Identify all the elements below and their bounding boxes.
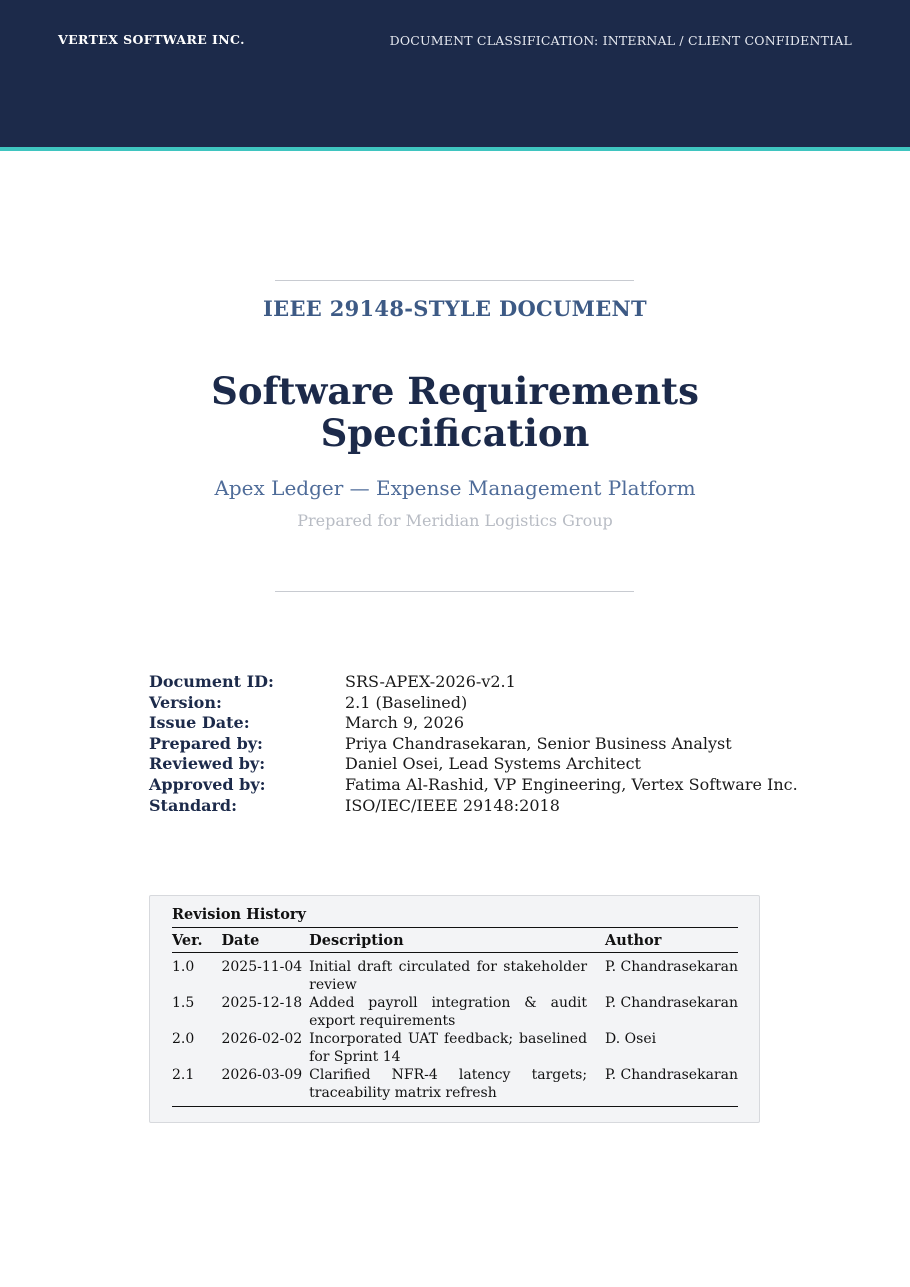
cell-version: 1.5	[172, 995, 195, 1011]
table-row: 1.0 2025-11-04 Initial draft circulated …	[172, 953, 738, 995]
metadata-row: Prepared by: Priya Chandrasekaran, Senior…	[149, 734, 798, 755]
metadata-label: Version:	[149, 692, 222, 712]
revision-history-table: Ver. Date Description Author 1.0 2025-11…	[172, 927, 738, 1107]
document-classification: DOCUMENT CLASSIFICATION: INTERNAL / CLIE…	[389, 33, 852, 48]
metadata-value: Daniel Osei, Lead Systems Architect	[345, 754, 641, 774]
cell-description: Clarified NFR-4 latency targets; traceab…	[309, 1066, 606, 1107]
metadata-value: Priya Chandrasekaran, Senior Business An…	[345, 733, 732, 753]
cell-author: P. Chandrasekaran	[605, 959, 738, 975]
metadata-value: SRS-APEX-2026-v2.1	[345, 672, 516, 691]
cell-date: 2025-12-18	[221, 995, 303, 1011]
prepared-for: Prepared for Meridian Logistics Group	[297, 511, 613, 530]
metadata-value: March 9, 2026	[345, 713, 464, 733]
metadata-row: Document ID: SRS-APEX-2026-v2.1	[149, 672, 798, 693]
metadata-label: Issue Date:	[149, 713, 250, 733]
cell-version: 2.1	[172, 1066, 222, 1107]
cell-author: P. Chandrasekaran	[605, 1066, 738, 1107]
column-header-date: Date	[221, 927, 310, 953]
cell-date: 2026-03-09	[221, 1066, 310, 1107]
cell-date: 2025-11-04	[221, 959, 303, 975]
metadata-label: Reviewed by:	[149, 754, 266, 774]
document-type: IEEE 29148-STYLE DOCUMENT	[263, 296, 647, 321]
column-header-version: Ver.	[172, 927, 222, 953]
metadata-row: Issue Date: March 9, 2026	[149, 713, 798, 734]
cell-description: Added payroll integration & audit export…	[309, 995, 588, 1029]
revision-history-caption: Revision History	[172, 906, 306, 923]
table-row: 2.0 2026-02-02 Incorporated UAT feedback…	[172, 1030, 738, 1066]
bottom-divider	[275, 591, 634, 592]
column-header-description: Description	[309, 927, 606, 953]
title-line-1: Software Requirements	[211, 369, 699, 413]
cell-version: 1.0	[172, 959, 195, 975]
header-band	[0, 0, 910, 147]
table-row: 2.1 2026-03-09 Clarified NFR-4 latency t…	[172, 1066, 738, 1107]
metadata-value: Fatima Al-Rashid, VP Engineering, Vertex…	[345, 774, 798, 794]
metadata-value: 2.1 (Baselined)	[345, 692, 468, 712]
metadata-label: Standard:	[149, 795, 238, 815]
document-metadata: Document ID: SRS-APEX-2026-v2.1 Version: 2…	[149, 672, 798, 816]
table-header-row: Ver. Date Description Author	[172, 927, 738, 953]
column-header-author: Author	[605, 927, 738, 953]
document-title: Software Requirements Specification	[0, 370, 910, 454]
cell-description: Incorporated UAT feedback; baselined for…	[309, 1031, 588, 1065]
metadata-label: Approved by:	[149, 774, 266, 794]
table-row: 1.5 2025-12-18 Added payroll integration…	[172, 994, 738, 1030]
metadata-row: Standard: ISO/IEC/IEEE 29148:2018	[149, 796, 798, 817]
revision-history-box: Revision History Ver. Date Description A…	[149, 895, 760, 1123]
metadata-row: Reviewed by: Daniel Osei, Lead Systems Ar…	[149, 754, 798, 775]
metadata-value: ISO/IEC/IEEE 29148:2018	[345, 795, 560, 815]
cell-version: 2.0	[172, 1031, 195, 1047]
metadata-label: Prepared by:	[149, 733, 263, 753]
cell-author: D. Osei	[605, 1031, 657, 1047]
cell-date: 2026-02-02	[221, 1031, 303, 1047]
cell-description: Initial draft circulated for stakeholder…	[309, 959, 588, 993]
company-name: VERTEX SOFTWARE INC.	[58, 32, 245, 47]
cell-author: P. Chandrasekaran	[605, 995, 738, 1011]
top-divider	[275, 280, 634, 281]
document-subtitle: Apex Ledger — Expense Management Platfor…	[214, 476, 696, 500]
header-accent-stripe	[0, 147, 910, 151]
metadata-row: Version: 2.1 (Baselined)	[149, 693, 798, 714]
title-line-2: Specification	[320, 411, 590, 455]
metadata-row: Approved by: Fatima Al-Rashid, VP Enginee…	[149, 775, 798, 796]
metadata-label: Document ID:	[149, 672, 274, 691]
